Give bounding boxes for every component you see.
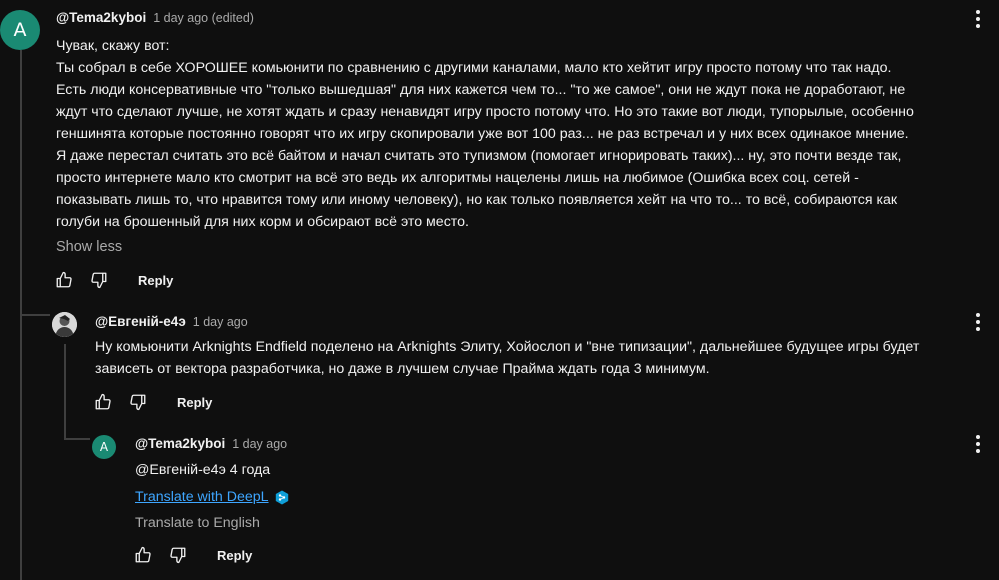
comment-line: Есть люди консервативные что "только выш…	[56, 82, 906, 98]
reply-thread-line-branch	[64, 438, 90, 440]
like-button[interactable]	[91, 390, 115, 414]
reply-line: Ну комьюнити Arknights Endfield поделено…	[95, 339, 920, 355]
avatar-letter: A	[13, 19, 27, 41]
translate-english-button[interactable]: Translate to English	[135, 512, 260, 534]
reply-date[interactable]: 1 day ago	[232, 437, 287, 451]
avatar[interactable]: A	[0, 10, 40, 50]
reply-text: Ну комьюнити Arknights Endfield поделено…	[95, 336, 919, 380]
dislike-button[interactable]	[126, 390, 150, 414]
thumb-up-icon	[135, 546, 151, 563]
reply-button[interactable]: Reply	[177, 395, 212, 410]
thumb-down-icon	[170, 547, 186, 564]
reply-header: @Евгеній-е4э 1 day ago	[95, 314, 248, 329]
comment-line: голуби на брошенный для них корм и обсир…	[56, 214, 469, 230]
reply-actions: Reply	[91, 390, 212, 414]
three-dots-vertical-icon	[976, 435, 980, 453]
comment-date[interactable]: 1 day ago (edited)	[153, 11, 254, 25]
comment-line: Ты собрал в себе ХОРОШЕЕ комьюнити по ср…	[56, 60, 892, 76]
comment-line: геншинята которые постоянно говорят что …	[56, 126, 909, 142]
comment-menu-button[interactable]	[966, 7, 990, 31]
comment-header: @Tema2kyboi 1 day ago (edited)	[56, 10, 254, 25]
three-dots-vertical-icon	[976, 313, 980, 331]
reply-menu-button[interactable]	[966, 310, 990, 334]
like-button[interactable]	[131, 543, 155, 567]
reply-line: зависеть от вектора разработчика, но даж…	[95, 361, 710, 377]
avatar-image	[52, 312, 77, 337]
translate-deepl-row: Translate with DeepL	[135, 486, 289, 508]
deepl-icon	[275, 490, 288, 504]
comment-author[interactable]: @Tema2kyboi	[56, 10, 146, 25]
show-less-button[interactable]: Show less	[56, 239, 122, 255]
reply-button[interactable]: Reply	[138, 273, 173, 288]
avatar[interactable]: A	[92, 435, 116, 459]
comment-line: Я даже перестал считать это всё байтом и…	[56, 148, 902, 164]
reply-header: @Tema2kyboi 1 day ago	[135, 436, 287, 451]
dislike-button[interactable]	[87, 268, 111, 292]
reply-text: @Евгеній-е4э 4 года	[135, 462, 271, 478]
comment-line: просто интернете мало кто смотрит на всё…	[56, 170, 859, 186]
reply-author[interactable]: @Tema2kyboi	[135, 436, 225, 451]
comment-line: Чувак, скажу вот:	[56, 38, 170, 54]
reply-button[interactable]: Reply	[217, 548, 252, 563]
thumb-up-icon	[56, 271, 72, 288]
thumb-down-icon	[130, 394, 146, 411]
avatar-letter: A	[99, 440, 109, 454]
translate-deepl-link[interactable]: Translate with DeepL	[135, 486, 269, 508]
dislike-button[interactable]	[166, 543, 190, 567]
comment-actions: Reply	[52, 268, 173, 292]
reply-menu-button[interactable]	[966, 432, 990, 456]
like-button[interactable]	[52, 268, 76, 292]
comment-line: ждут что сделают лучше, не хотят ждать и…	[56, 104, 914, 120]
reply-date[interactable]: 1 day ago	[193, 315, 248, 329]
reply-actions: Reply	[131, 543, 252, 567]
comment-line: показывать лишь то, что нравится тому ил…	[56, 192, 898, 208]
thumb-down-icon	[91, 272, 107, 289]
reply-author[interactable]: @Евгеній-е4э	[95, 314, 186, 329]
avatar[interactable]	[52, 312, 77, 337]
three-dots-vertical-icon	[976, 10, 980, 28]
thread-line-branch	[20, 314, 50, 316]
thumb-up-icon	[95, 393, 111, 410]
comment-text: Чувак, скажу вот: Ты собрал в себе ХОРОШ…	[56, 35, 914, 233]
reply-thread-line	[64, 344, 66, 440]
